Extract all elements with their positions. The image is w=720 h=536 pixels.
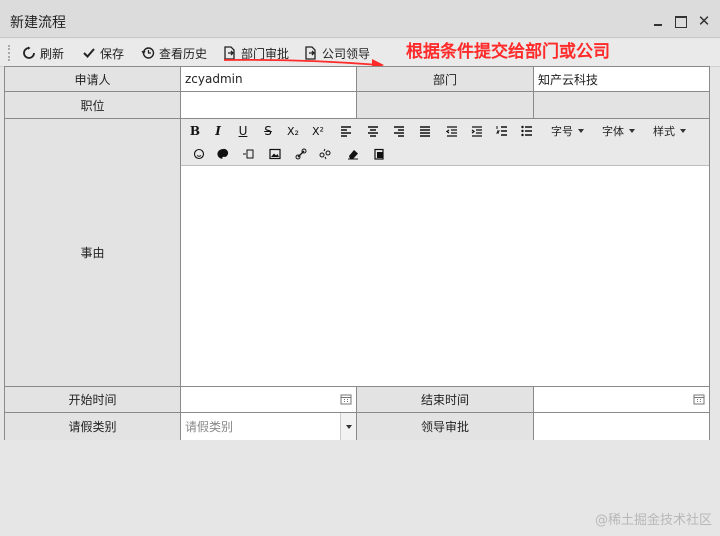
refresh-button[interactable]: 刷新 (22, 44, 64, 62)
align-right-icon[interactable] (391, 123, 407, 139)
editor-toolbar: B I U S X₂ X² 字号 字体 样式 (181, 119, 709, 166)
calendar-icon[interactable] (340, 393, 352, 405)
refresh-label: 刷新 (40, 46, 65, 61)
chevron-down-icon[interactable] (340, 413, 356, 440)
minimize-icon[interactable] (652, 14, 666, 28)
align-center-icon[interactable] (365, 123, 381, 139)
leave-type-label: 请假类别 (5, 413, 181, 440)
check-icon (83, 48, 95, 58)
watermark: @稀土掘金技术社区 (594, 513, 712, 528)
palette-icon[interactable] (215, 146, 231, 162)
emoticon-icon[interactable] (191, 146, 207, 162)
align-left-icon[interactable] (338, 123, 354, 139)
leader-approve-label: 领导审批 (357, 413, 534, 440)
start-time-label: 开始时间 (5, 387, 181, 413)
ordered-list-icon[interactable] (494, 123, 510, 139)
eraser-icon[interactable] (345, 146, 361, 162)
applicant-field[interactable]: zcyadmin (181, 67, 357, 92)
history-label: 查看历史 (159, 46, 208, 61)
font-size-dropdown[interactable]: 字号 (551, 123, 584, 139)
font-size-label: 字号 (551, 125, 573, 138)
bullet-list-icon[interactable] (519, 123, 535, 139)
link-icon[interactable] (293, 146, 309, 162)
font-family-label: 字体 (602, 125, 624, 138)
window-titlebar: 新建流程 ✕ (0, 0, 720, 38)
refresh-icon (23, 46, 35, 59)
end-time-label: 结束时间 (357, 387, 534, 413)
position-label: 职位 (5, 92, 181, 119)
rich-text-editor: B I U S X₂ X² 字号 字体 样式 (181, 119, 710, 387)
bold-button[interactable]: B (187, 123, 203, 139)
leave-type-placeholder: 请假类别 (185, 420, 234, 434)
dept-field[interactable]: 知产云科技 (534, 67, 710, 92)
leader-approve-field[interactable] (534, 413, 710, 440)
history-icon (141, 47, 155, 59)
unlink-icon[interactable] (317, 146, 333, 162)
superscript-button[interactable]: X² (310, 123, 326, 139)
start-time-field[interactable] (181, 387, 357, 413)
editor-content-area[interactable] (181, 166, 709, 386)
strike-button[interactable]: S (260, 123, 276, 139)
save-button[interactable]: 保存 (82, 44, 124, 62)
leave-type-select[interactable]: 请假类别 (181, 413, 357, 440)
history-button[interactable]: 查看历史 (141, 44, 207, 62)
style-label: 样式 (653, 125, 675, 138)
window-title: 新建流程 (10, 15, 66, 31)
position-field[interactable] (181, 92, 357, 119)
underline-button[interactable]: U (235, 123, 251, 139)
calendar-icon[interactable] (693, 393, 705, 405)
maximize-icon[interactable] (674, 14, 688, 28)
end-time-field[interactable] (534, 387, 710, 413)
reason-label: 事由 (5, 119, 181, 387)
justify-icon[interactable] (417, 123, 433, 139)
dept-label: 部门 (357, 67, 534, 92)
font-family-dropdown[interactable]: 字体 (602, 123, 635, 139)
applicant-label: 申请人 (5, 67, 181, 92)
empty-cell (534, 92, 710, 119)
italic-button[interactable]: I (210, 123, 226, 139)
leave-form: 申请人 zcyadmin 部门 知产云科技 职位 事由 B I U S X₂ X… (4, 66, 710, 440)
empty-cell (357, 92, 534, 119)
outdent-icon[interactable] (444, 123, 460, 139)
toolbar-grip (8, 45, 11, 61)
save-label: 保存 (100, 46, 125, 61)
indent-icon[interactable] (469, 123, 485, 139)
close-icon[interactable]: ✕ (697, 14, 711, 29)
anchor-icon[interactable] (240, 146, 256, 162)
image-icon[interactable] (267, 146, 283, 162)
paste-icon[interactable] (371, 146, 387, 162)
annotation-text: 根据条件提交给部门或公司 (406, 42, 610, 62)
subscript-button[interactable]: X₂ (285, 123, 301, 139)
style-dropdown[interactable]: 样式 (653, 123, 686, 139)
